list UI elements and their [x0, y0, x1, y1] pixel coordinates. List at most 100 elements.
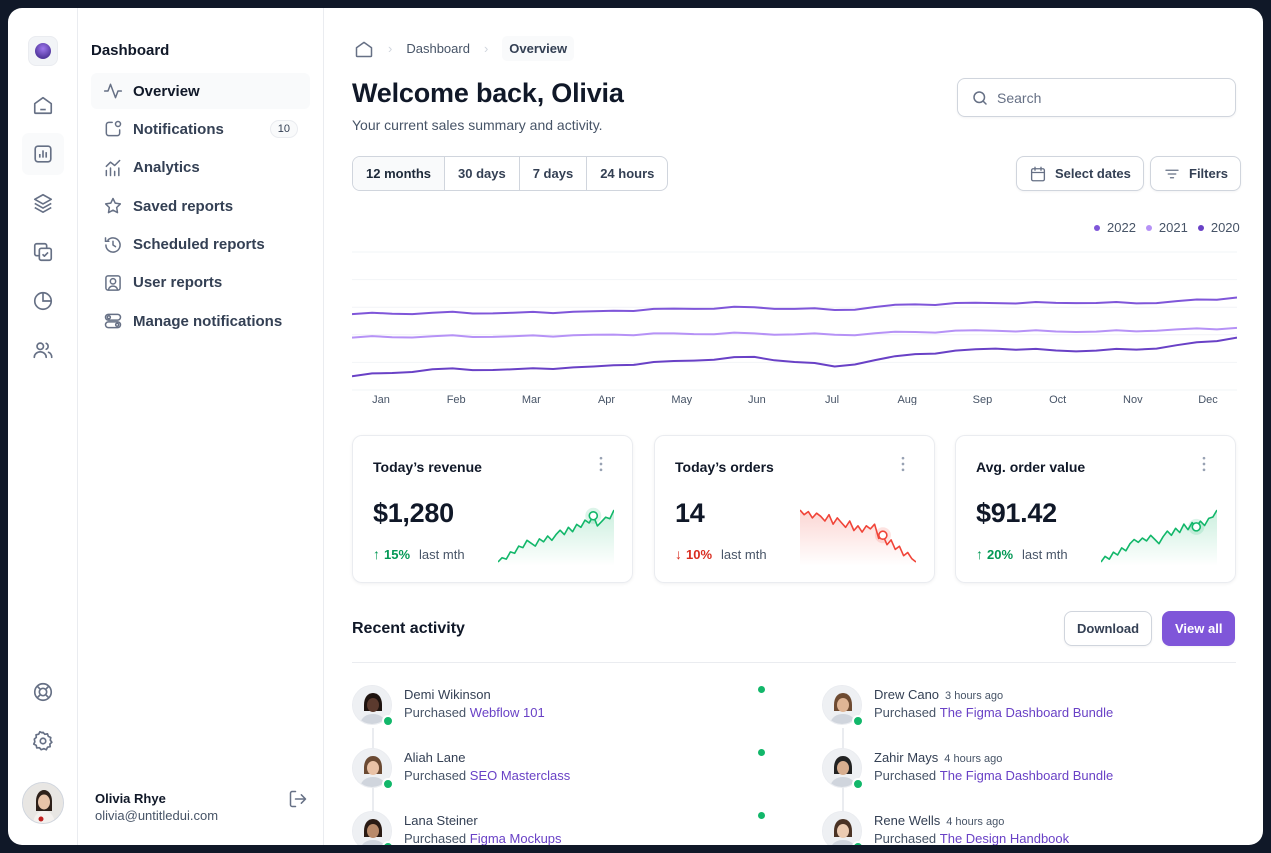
download-button[interactable]: Download	[1064, 611, 1153, 646]
select-dates-label: Select dates	[1055, 166, 1131, 181]
activity-user-name: Drew Cano 3 hours ago	[874, 687, 1003, 702]
arrow-up-icon: ↑	[373, 546, 380, 562]
breadcrumb-dashboard[interactable]: Dashboard	[406, 41, 470, 56]
range-tab-12-months[interactable]: 12 months	[353, 157, 446, 190]
select-dates-button[interactable]: Select dates	[1016, 156, 1144, 191]
revenue-sparkline	[498, 507, 614, 566]
bar-chart-icon[interactable]	[22, 133, 64, 175]
online-status-icon	[852, 778, 864, 790]
delta-period: last mth	[721, 546, 767, 562]
activity-user-name: Demi Wikinson	[404, 687, 491, 702]
more-vertical-icon[interactable]	[893, 454, 913, 474]
activity-item[interactable]: Demi Wikinson Purchased Webflow 101	[352, 685, 772, 733]
user-avatar[interactable]	[22, 782, 64, 824]
card-delta: ↓ 10% last mth	[675, 546, 767, 562]
app-window: Dashboard Overview Notifications 10 Anal…	[8, 8, 1263, 845]
view-all-button[interactable]: View all	[1162, 611, 1236, 646]
check-copy-icon[interactable]	[22, 231, 64, 273]
legend-item-2021: 2021	[1145, 220, 1188, 235]
logo-orb-icon	[35, 43, 51, 59]
recent-activity-title: Recent activity	[352, 620, 465, 637]
toggles-icon	[104, 313, 122, 329]
x-tick-label: Apr	[598, 394, 615, 405]
range-selector: 12 months 30 days 7 days 24 hours	[352, 156, 669, 191]
activity-user-name: Aliah Lane	[404, 750, 465, 765]
activity-item-link[interactable]: Figma Mockups	[470, 831, 562, 845]
x-tick-label: Jun	[748, 394, 766, 405]
home-icon[interactable]	[354, 39, 374, 59]
activity-item[interactable]: Aliah Lane Purchased SEO Masterclass	[352, 748, 772, 796]
user-email: olivia@untitledui.com	[95, 808, 219, 823]
user-name-text: Aliah Lane	[404, 750, 466, 765]
search-input[interactable]: Search	[957, 78, 1236, 117]
sidebar-item-user-reports[interactable]: User reports	[91, 265, 310, 301]
filters-label: Filters	[1189, 166, 1229, 181]
breadcrumb: › Dashboard › Overview	[354, 36, 575, 61]
x-tick-label: Aug	[897, 394, 917, 405]
activity-action: Purchased	[404, 831, 467, 845]
sidebar-nav: Overview Notifications 10 Analytics Save…	[91, 73, 310, 342]
activity-description: Purchased The Figma Dashboard Bundle	[874, 768, 1113, 783]
unread-dot-icon	[758, 749, 765, 756]
activity-item[interactable]: Zahir Mays 4 hours ago Purchased The Figma…	[822, 748, 1242, 796]
sidebar-item-label: User reports	[133, 274, 223, 292]
sidebar: Dashboard Overview Notifications 10 Anal…	[78, 8, 324, 845]
series-line-2021	[352, 326, 1237, 339]
range-tab-30-days[interactable]: 30 days	[445, 157, 520, 190]
sparkline-area	[800, 510, 916, 566]
unread-dot-icon	[758, 686, 765, 693]
delta-period: last mth	[419, 546, 465, 562]
sparkline-marker	[588, 510, 599, 521]
more-vertical-icon[interactable]	[591, 454, 611, 474]
x-tick-label: Dec	[1198, 394, 1218, 405]
activity-action: Purchased	[874, 768, 937, 783]
breadcrumb-overview[interactable]: Overview	[502, 36, 575, 61]
sidebar-item-manage-notifications[interactable]: Manage notifications	[91, 303, 310, 339]
settings-icon[interactable]	[22, 720, 64, 762]
sales-line-chart: Jan Feb Mar Apr May Jun Jul Aug Sep Oct Nov Dec	[352, 251, 1237, 405]
card-title: Today’s revenue	[373, 459, 482, 475]
sidebar-item-label: Scheduled reports	[133, 236, 265, 254]
logo[interactable]	[28, 36, 58, 66]
sidebar-item-saved-reports[interactable]: Saved reports	[91, 188, 310, 224]
online-status-icon	[852, 715, 864, 727]
pie-chart-icon[interactable]	[22, 280, 64, 322]
activity-item[interactable]: Lana Steiner Purchased Figma Mockups	[352, 811, 772, 845]
range-tab-7-days[interactable]: 7 days	[520, 157, 588, 190]
activity-item-link[interactable]: The Figma Dashboard Bundle	[940, 768, 1113, 783]
life-buoy-icon[interactable]	[22, 671, 64, 713]
activity-item-link[interactable]: Webflow 101	[470, 705, 545, 720]
series-line-2022	[352, 296, 1237, 316]
sidebar-item-scheduled-reports[interactable]: Scheduled reports	[91, 227, 310, 263]
range-tab-24-hours[interactable]: 24 hours	[587, 157, 667, 190]
log-out-icon[interactable]	[288, 789, 308, 809]
sidebar-item-notifications[interactable]: Notifications 10	[91, 111, 310, 147]
card-delta: ↑ 15% last mth	[373, 546, 465, 562]
avg-order-sparkline	[1101, 509, 1217, 566]
more-vertical-icon[interactable]	[1194, 454, 1214, 474]
x-tick-label: Sep	[973, 394, 993, 405]
activity-description: Purchased The Design Handbook	[874, 831, 1069, 845]
activity-item-link[interactable]: The Design Handbook	[940, 831, 1069, 845]
view-all-label: View all	[1175, 621, 1223, 636]
home-icon[interactable]	[22, 84, 64, 126]
activity-item-link[interactable]: The Figma Dashboard Bundle	[940, 705, 1113, 720]
sidebar-item-analytics[interactable]: Analytics	[91, 150, 310, 186]
avatar	[352, 811, 392, 845]
activity-item[interactable]: Rene Wells 4 hours ago Purchased The Desig…	[822, 811, 1242, 845]
activity-user-name: Zahir Mays 4 hours ago	[874, 750, 1002, 765]
x-tick-label: Oct	[1049, 394, 1066, 405]
filters-button[interactable]: Filters	[1150, 156, 1242, 191]
activity-item-link[interactable]: SEO Masterclass	[470, 768, 570, 783]
page-title: Welcome back, Olivia	[352, 78, 624, 108]
user-name-text: Zahir Mays	[874, 750, 939, 765]
activity-description: Purchased The Figma Dashboard Bundle	[874, 705, 1113, 720]
legend-dot	[1197, 224, 1204, 231]
layers-icon[interactable]	[22, 182, 64, 224]
activity-item[interactable]: Drew Cano 3 hours ago Purchased The Figma …	[822, 685, 1242, 733]
main-content: › Dashboard › Overview Welcome back, Oli…	[324, 8, 1263, 845]
activity-user-name: Lana Steiner	[404, 813, 478, 828]
sidebar-item-overview[interactable]: Overview	[91, 73, 310, 109]
avatar	[822, 811, 862, 845]
users-icon[interactable]	[22, 329, 64, 371]
